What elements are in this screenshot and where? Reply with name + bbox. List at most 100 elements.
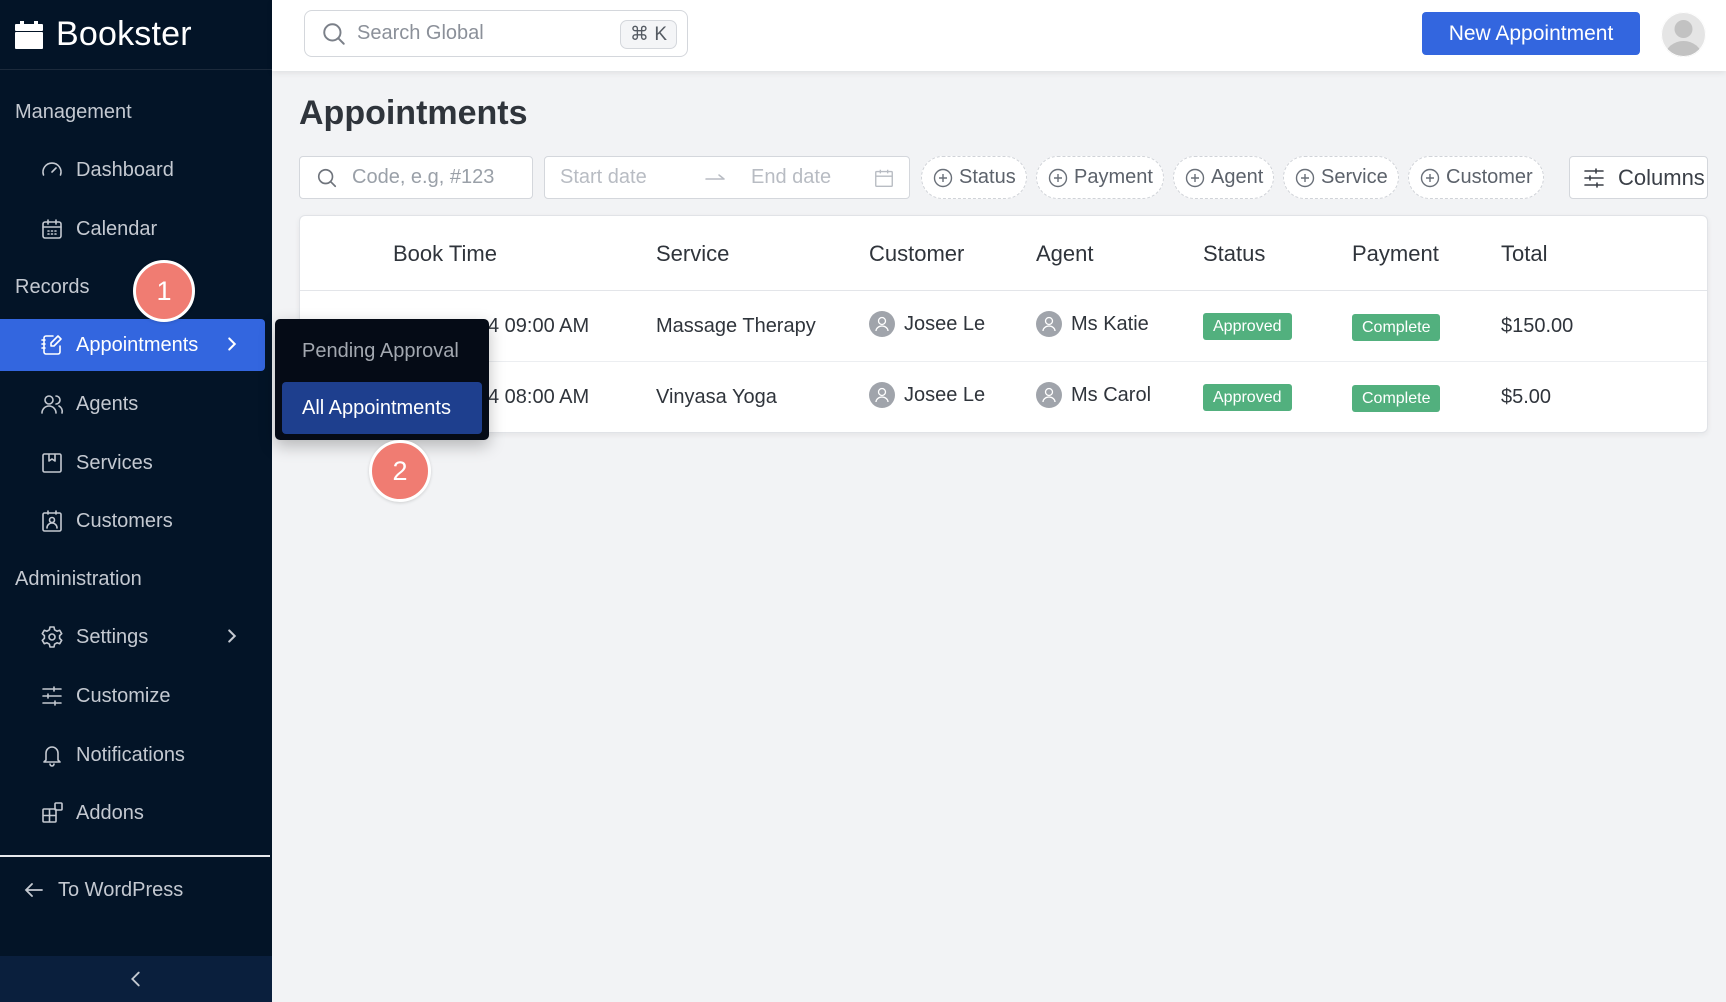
payment-badge: Complete [1352, 385, 1441, 412]
end-date-input[interactable]: End date [751, 166, 881, 189]
sidebar-item-calendar[interactable]: Calendar [0, 203, 265, 255]
customer-name: Josee Le [904, 383, 986, 406]
table-row[interactable]: 4 08:00 AM Vinyasa Yoga Josee Le Ms Caro… [300, 362, 1707, 432]
cell-total: $150.00 [1501, 315, 1574, 337]
submenu-item-all-appointments[interactable]: All Appointments [282, 382, 482, 434]
to-wordpress-label: To WordPress [58, 878, 184, 901]
appointments-table: Book Time Service Customer Agent Status … [299, 215, 1708, 433]
column-header-customer[interactable]: Customer [869, 241, 964, 267]
sliders-icon [40, 684, 64, 708]
sidebar-item-label: Calendar [76, 217, 158, 240]
filter-chip-label: Payment [1074, 166, 1153, 188]
blocks-icon [40, 801, 64, 825]
sidebar-item-label: Addons [76, 801, 144, 824]
filter-chip-label: Service [1321, 166, 1388, 188]
arrow-left-icon [24, 883, 43, 897]
search-icon [317, 168, 337, 187]
status-badge: Approved [1203, 384, 1292, 411]
sidebar-item-label: Settings [76, 625, 149, 648]
calendar-icon [40, 217, 64, 241]
global-search[interactable]: ⌘ K [304, 10, 688, 57]
user-avatar[interactable] [1661, 12, 1706, 57]
sidebar-item-services[interactable]: Services [0, 437, 265, 489]
filter-chip-customer[interactable]: Customer [1408, 156, 1544, 199]
sidebar-item-label: Agents [76, 392, 139, 415]
column-header-payment[interactable]: Payment [1352, 241, 1439, 267]
plus-circle-icon [1295, 168, 1315, 187]
person-avatar-icon [869, 382, 895, 408]
column-header-service[interactable]: Service [656, 241, 729, 267]
sidebar-item-customize[interactable]: Customize [0, 670, 265, 722]
person-avatar-icon [1036, 311, 1062, 337]
agent-name: Ms Katie [1071, 312, 1149, 335]
contact-card-icon [40, 509, 64, 533]
column-header-agent[interactable]: Agent [1036, 241, 1094, 267]
column-header-status[interactable]: Status [1203, 241, 1265, 267]
plus-circle-icon [933, 168, 953, 187]
code-search[interactable] [299, 156, 533, 199]
column-header-total[interactable]: Total [1501, 241, 1547, 267]
date-range-picker[interactable]: Start date End date [544, 156, 910, 199]
cell-agent[interactable]: Ms Carol [1036, 382, 1151, 408]
sidebar-item-appointments[interactable]: Appointments [0, 319, 265, 371]
filter-chip-label: Agent [1211, 166, 1264, 188]
table-row[interactable]: 4 09:00 AM Massage Therapy Josee Le Ms K… [300, 291, 1707, 362]
submenu-item-pending-approval[interactable]: Pending Approval [282, 325, 482, 377]
gauge-icon [40, 158, 64, 182]
section-label-management: Management [15, 101, 132, 123]
person-avatar-icon [869, 311, 895, 337]
collapse-sidebar-button[interactable] [0, 956, 272, 1002]
step-badge-2: 2 [369, 440, 431, 502]
calendar-icon [875, 169, 893, 187]
filter-chip-status[interactable]: Status [921, 156, 1027, 199]
sidebar-item-dashboard[interactable]: Dashboard [0, 144, 265, 196]
users-icon [40, 392, 64, 416]
user-avatar-icon [1661, 12, 1706, 57]
filter-chip-payment[interactable]: Payment [1036, 156, 1164, 199]
plus-circle-icon [1048, 168, 1068, 187]
new-appointment-button[interactable]: New Appointment [1422, 12, 1640, 55]
sidebar-item-agents[interactable]: Agents [0, 378, 265, 430]
sidebar-item-addons[interactable]: Addons [0, 787, 265, 839]
sidebar-item-label: Customize [76, 684, 171, 707]
sidebar-item-notifications[interactable]: Notifications [0, 729, 265, 781]
sidebar-divider [0, 855, 270, 857]
range-arrow-icon [705, 172, 735, 184]
section-label-administration: Administration [15, 568, 142, 590]
filter-chip-label: Customer [1446, 166, 1533, 188]
filter-chip-label: Status [959, 166, 1016, 188]
table-header: Book Time Service Customer Agent Status … [300, 216, 1707, 291]
customer-name: Josee Le [904, 312, 986, 335]
global-search-input[interactable] [357, 22, 607, 45]
filter-chip-service[interactable]: Service [1283, 156, 1399, 199]
sidebar-item-settings[interactable]: Settings [0, 611, 265, 663]
sidebar: Bookster Management Dashboard Calendar R… [0, 0, 272, 1002]
sidebar-item-label: Notifications [76, 743, 185, 766]
sidebar-item-label: Services [76, 451, 153, 474]
status-badge: Approved [1203, 313, 1292, 340]
cell-book-time: 4 08:00 AM [488, 386, 590, 408]
start-date-input[interactable]: Start date [560, 166, 705, 189]
sidebar-item-customers[interactable]: Customers [0, 495, 265, 547]
code-search-input[interactable] [352, 166, 522, 189]
plus-circle-icon [1420, 168, 1440, 187]
columns-button[interactable]: Columns [1569, 156, 1708, 199]
app-name: Bookster [56, 15, 192, 53]
cell-agent[interactable]: Ms Katie [1036, 311, 1149, 337]
to-wordpress-link[interactable]: To WordPress [22, 870, 183, 910]
filter-chip-agent[interactable]: Agent [1173, 156, 1275, 199]
sidebar-item-label: Appointments [76, 333, 199, 356]
cell-customer[interactable]: Josee Le [869, 311, 985, 337]
plus-circle-icon [1185, 168, 1205, 187]
chevron-right-icon [228, 629, 237, 643]
brand[interactable]: Bookster [0, 0, 272, 70]
column-header-book-time[interactable]: Book Time [393, 241, 497, 267]
columns-label: Columns [1618, 164, 1705, 190]
bell-icon [40, 743, 64, 767]
cell-book-time: 4 09:00 AM [488, 315, 590, 337]
top-bar: ⌘ K New Appointment [272, 0, 1726, 71]
cell-customer[interactable]: Josee Le [869, 382, 985, 408]
calendar-logo-icon [15, 20, 43, 49]
agent-name: Ms Carol [1071, 383, 1152, 406]
sliders-icon [1584, 167, 1604, 188]
